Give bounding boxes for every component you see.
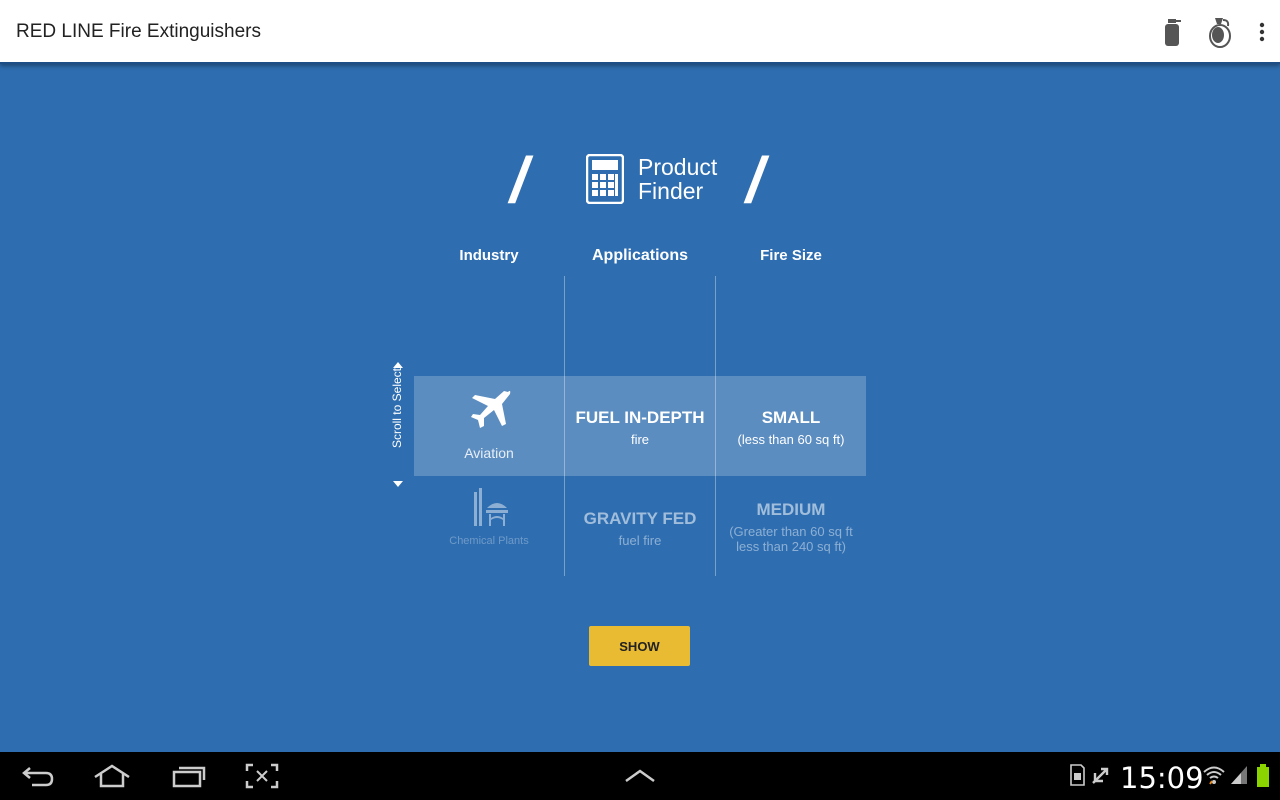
fire-size-option-selected[interactable]: SMALL (less than 60 sq ft) [716,408,866,447]
show-button[interactable]: SHOW [589,626,690,666]
clock: 15:09 [1120,761,1204,795]
fire-extinguisher-icon[interactable] [1155,14,1191,50]
product-finder-title: Product Finder [638,155,717,203]
sync-icon [1090,764,1112,791]
fire-size-option-next[interactable]: MEDIUM (Greater than 60 sq ft less than … [716,500,866,554]
product-finder-screen: / Product Finder / Industry Applications… [0,66,1280,752]
chevron-up-icon[interactable] [614,760,666,792]
system-navigation-bar: 15:09 [0,752,1280,800]
app-title: RED LINE Fire Extinguishers [16,21,261,42]
fire-size-subtitle-line-1: (Greater than 60 sq ft [729,524,853,539]
fire-size-subtitle: (less than 60 sq ft) [737,432,845,447]
calculator-icon [585,153,625,209]
product-finder-header: / Product Finder / [510,148,780,212]
application-title: FUEL IN-DEPTH [575,408,705,427]
column-header-industry: Industry [459,247,519,264]
application-option-next[interactable]: GRAVITY FED fuel fire [565,509,715,548]
fire-size-subtitle-line-2: less than 240 sq ft) [736,539,846,554]
home-icon[interactable] [86,760,138,792]
title-line-1: Product [638,154,718,180]
overflow-menu-icon[interactable] [1244,14,1280,50]
application-option-selected[interactable]: FUEL IN-DEPTH fire [565,408,715,447]
arrow-down-icon [393,481,403,487]
wifi-icon [1202,764,1226,791]
chemical-plant-icon [414,486,564,533]
application-subtitle: fuel fire [618,533,662,548]
signal-icon [1229,764,1249,791]
slash-right: / [746,144,764,216]
title-line-2: Finder [638,178,704,204]
scroll-hint: Scroll to Select [383,362,413,490]
fire-size-title: MEDIUM [756,500,826,519]
grenade-icon[interactable] [1202,14,1238,50]
fire-size-title: SMALL [761,408,821,427]
recent-apps-icon[interactable] [162,760,214,792]
battery-icon [1256,764,1270,793]
column-header-applications: Applications [591,247,688,264]
sd-card-icon [1068,764,1086,791]
application-subtitle: fire [630,432,650,447]
industry-label: Aviation [464,445,514,461]
action-bar: RED LINE Fire Extinguishers [0,0,1280,64]
back-icon[interactable] [12,760,64,792]
column-header-fire-size: Fire Size [760,247,822,264]
industry-label: Chemical Plants [449,535,529,547]
airplane-icon [414,386,564,441]
screenshot-icon[interactable] [236,760,288,792]
application-title: GRAVITY FED [583,509,697,528]
slash-left: / [510,144,528,216]
industry-option-aviation[interactable]: Aviation [414,386,564,461]
industry-option-chemical-plants[interactable]: Chemical Plants [414,486,564,547]
